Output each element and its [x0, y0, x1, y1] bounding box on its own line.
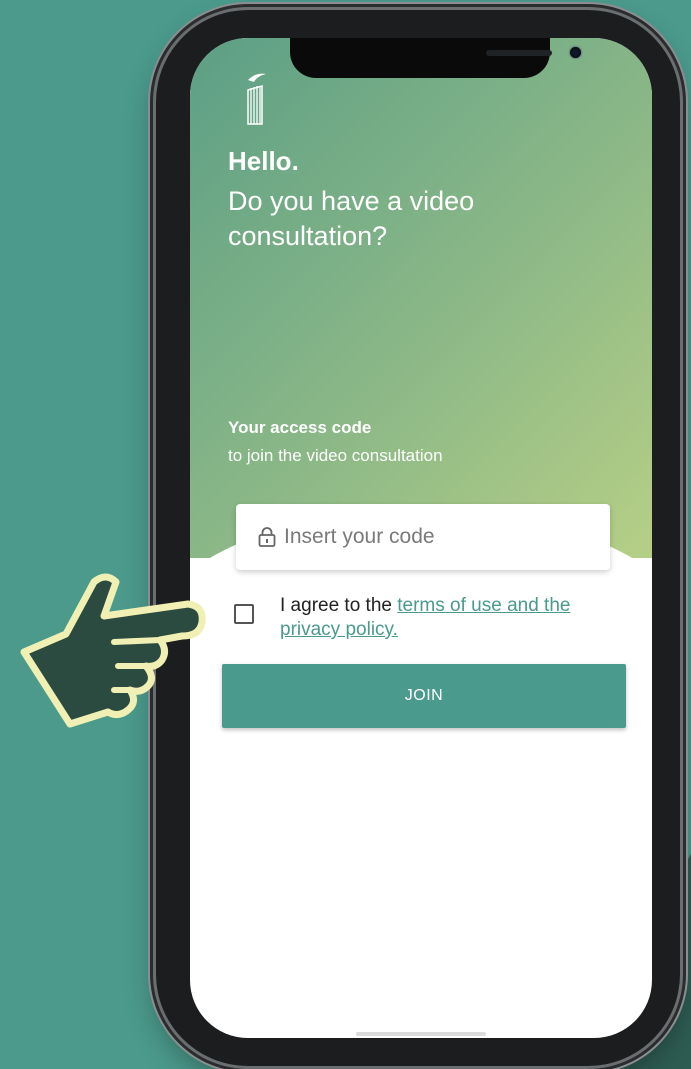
front-camera [570, 47, 581, 58]
speaker-grille [486, 50, 552, 56]
join-button[interactable]: JOIN [222, 664, 626, 728]
access-code-input[interactable] [284, 525, 584, 549]
phone-notch [290, 38, 581, 78]
greeting-heading: Hello. [228, 146, 299, 176]
access-code-title: Your access code [228, 418, 372, 437]
brand-logo-icon [247, 73, 266, 125]
terms-consent-text: I agree to the terms of use and the priv… [280, 594, 620, 642]
app-screen: Hello. Do you have a video consultation?… [190, 38, 652, 1038]
lock-icon [258, 527, 276, 547]
page-subtitle: Do you have a video consultation? [228, 186, 475, 251]
access-code-subtitle: to join the video consultation [228, 446, 443, 465]
home-indicator[interactable] [356, 1032, 486, 1036]
pointing-hand-icon [20, 573, 206, 728]
terms-checkbox[interactable] [234, 604, 254, 624]
access-code-field[interactable] [236, 504, 610, 570]
terms-consent-prefix: I agree to the [280, 595, 398, 616]
